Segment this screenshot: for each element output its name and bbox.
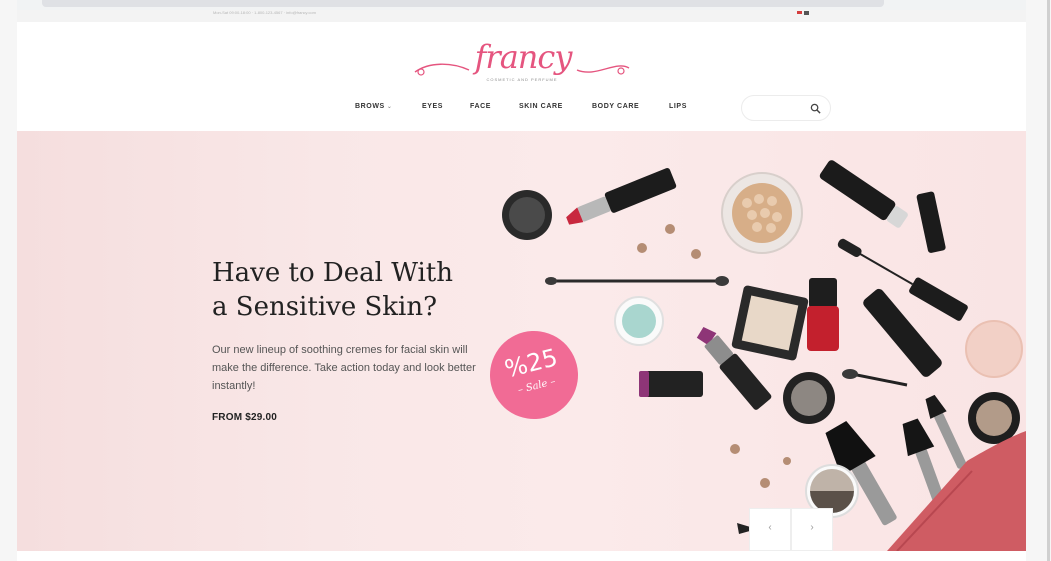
hero-description: Our new lineup of soothing cremes for fa…: [212, 344, 476, 392]
cart-icon[interactable]: [804, 11, 809, 15]
nav-item-face[interactable]: FACE: [470, 103, 491, 110]
nav-item-lips[interactable]: LIPS: [669, 103, 687, 110]
hero-title-line1: Have to Deal With: [212, 258, 453, 288]
slider-prev-button[interactable]: ‹: [749, 508, 791, 551]
logo-tagline: COSMETIC AND PERFUME: [486, 77, 558, 82]
browser-toolbar: [0, 0, 1051, 10]
site-logo[interactable]: francy COSMETIC AND PERFUME: [411, 38, 633, 90]
nav-item-label: LIPS: [669, 103, 687, 110]
address-bar[interactable]: [42, 0, 884, 7]
nav-item-label: FACE: [470, 103, 492, 110]
top-info-text: Mon-Sat 09:00-18:00 · 1-800-123-4567 · i…: [213, 10, 316, 15]
chevron-down-icon: ⌄: [386, 104, 393, 110]
search-icon[interactable]: [810, 103, 821, 114]
nav-item-skin-care[interactable]: SKIN CARE: [519, 103, 563, 110]
window-scrollbar[interactable]: [1026, 0, 1051, 561]
window-left-margin: [0, 0, 17, 561]
hero-price: FROM $29.00: [212, 412, 278, 423]
nav-item-brows[interactable]: BROWS ⌄: [355, 103, 392, 110]
search-input[interactable]: [752, 102, 808, 115]
nav-item-label: BODY CARE: [592, 103, 640, 110]
chevron-right-icon: ›: [810, 522, 814, 533]
nav-item-eyes[interactable]: EYES: [422, 103, 443, 110]
hero-title: Have to Deal With a Sensitive Skin?: [212, 256, 453, 324]
scrollbar-track[interactable]: [1047, 0, 1050, 561]
page: Mon-Sat 09:00-18:00 · 1-800-123-4567 · i…: [17, 10, 1026, 561]
top-info-bar: Mon-Sat 09:00-18:00 · 1-800-123-4567 · i…: [17, 10, 1026, 22]
main-nav: BROWS ⌄ EYES FACE SKIN CARE BODY CARE LIP…: [17, 103, 1026, 115]
slider-next-button[interactable]: ›: [791, 508, 833, 551]
nav-item-label: SKIN CARE: [519, 103, 563, 110]
logo-wordmark: francy: [474, 38, 573, 76]
nav-item-label: EYES: [422, 103, 444, 110]
language-flag-icon[interactable]: [797, 11, 802, 14]
chevron-left-icon: ‹: [768, 522, 772, 533]
hero-title-line2: a Sensitive Skin?: [212, 292, 438, 322]
nav-item-body-care[interactable]: BODY CARE: [592, 103, 639, 110]
nav-item-label: BROWS: [355, 103, 385, 110]
hero-banner: Have to Deal With a Sensitive Skin? Our …: [17, 131, 1026, 551]
search-box[interactable]: [741, 95, 831, 121]
